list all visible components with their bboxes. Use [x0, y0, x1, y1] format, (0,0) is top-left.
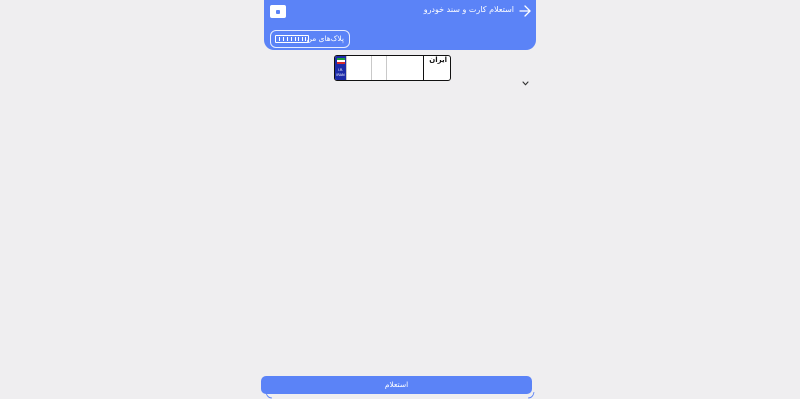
- plate-country-label: ایران: [429, 56, 447, 64]
- my-plates-label: پلاک‌های من: [306, 34, 345, 43]
- flag-text-line2: IRAN: [336, 73, 345, 77]
- header-bar: استعلام کارت و سند خودرو پلاک‌های من: [264, 0, 536, 50]
- plate-digits-2[interactable]: [386, 56, 424, 80]
- plate-icon: [275, 35, 309, 43]
- page-title: استعلام کارت و سند خودرو: [423, 5, 514, 14]
- bottom-decoration: [265, 392, 535, 399]
- app-container: استعلام کارت و سند خودرو پلاک‌های من I.R: [261, 0, 536, 399]
- plate-digits-1[interactable]: [346, 56, 372, 80]
- iran-flag-icon: I.R. IRAN: [335, 56, 346, 80]
- plate-letter[interactable]: [371, 56, 387, 80]
- my-plates-button[interactable]: پلاک‌های من: [270, 30, 350, 48]
- square-icon-button[interactable]: [270, 5, 286, 18]
- flag-text-line1: I.R.: [337, 68, 344, 72]
- license-plate-input[interactable]: I.R. IRAN ایران: [334, 55, 451, 81]
- chevron-down-icon[interactable]: [522, 81, 529, 86]
- square-icon: [276, 9, 280, 14]
- arrow-right-icon[interactable]: [518, 4, 532, 18]
- plate-region-code[interactable]: ایران: [423, 56, 450, 80]
